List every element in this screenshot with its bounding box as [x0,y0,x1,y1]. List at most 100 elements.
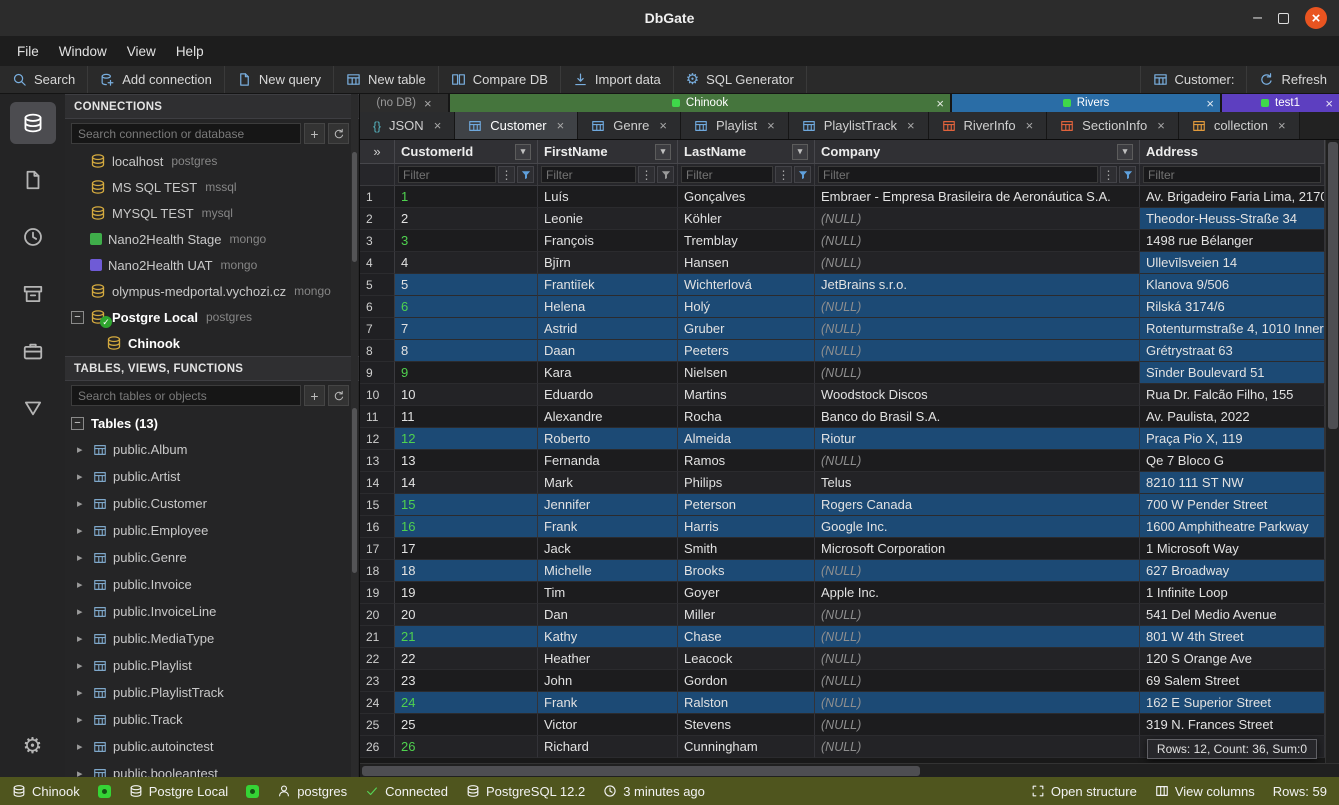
cell-customerid[interactable]: 17 [395,538,538,560]
grid-row[interactable]: 22LeonieKöhler(NULL)Theodor-Heuss-Straße… [360,208,1325,230]
row-number[interactable]: 5 [360,274,395,296]
column-menu-button[interactable]: ▾ [655,144,671,160]
nav-settings[interactable]: ⚙ [10,725,56,767]
tab-genre[interactable]: Genre× [578,112,681,139]
cell-lastname[interactable]: Gonçalves [678,186,815,208]
customer-button[interactable]: Customer: [1140,66,1247,93]
menu-file[interactable]: File [8,40,48,63]
minimize-button[interactable]: – [1253,10,1262,26]
close-icon[interactable]: × [1157,119,1165,132]
grid-row[interactable]: 1818MichelleBrooks(NULL)627 Broadway [360,560,1325,582]
cell-company[interactable]: (NULL) [815,230,1140,252]
cell-lastname[interactable]: Brooks [678,560,815,582]
row-number[interactable]: 8 [360,340,395,362]
table-public-genre[interactable]: ▸public.Genre [65,544,359,571]
connection-mysql-test[interactable]: MYSQL TESTmysql [65,200,359,226]
cell-lastname[interactable]: Chase [678,626,815,648]
cell-firstname[interactable]: Kara [538,362,678,384]
grid-row[interactable]: 1919TimGoyerApple Inc.1 Infinite Loop [360,582,1325,604]
grid-row[interactable]: 66HelenaHolý(NULL)Rilská 3174/6 [360,296,1325,318]
cell-address[interactable]: 319 N. Frances Street [1140,714,1325,736]
cell-firstname[interactable]: Richard [538,736,678,758]
cell-customerid[interactable]: 23 [395,670,538,692]
close-icon[interactable]: × [767,119,775,132]
chevron-right-icon[interactable]: ▸ [77,632,87,645]
row-number[interactable]: 14 [360,472,395,494]
table-public-invoice[interactable]: ▸public.Invoice [65,571,359,598]
cell-address[interactable]: Av. Brigadeiro Faria Lima, 2170 [1140,186,1325,208]
cell-address[interactable]: Klanova 9/506 [1140,274,1325,296]
cell-company[interactable]: Telus [815,472,1140,494]
cell-lastname[interactable]: Almeida [678,428,815,450]
cell-company[interactable]: (NULL) [815,714,1140,736]
chevron-right-icon[interactable]: ▸ [77,713,87,726]
table-public-track[interactable]: ▸public.Track [65,706,359,733]
cell-address[interactable]: 120 S Orange Ave [1140,648,1325,670]
column-header-company[interactable]: Company▾ [815,140,1140,164]
tab-playlist[interactable]: Playlist× [681,112,789,139]
grid-row[interactable]: 44BjīrnHansen(NULL)Ullevīlsveien 14 [360,252,1325,274]
nav-cell-data[interactable] [10,387,56,429]
cell-customerid[interactable]: 18 [395,560,538,582]
column-header-customerid[interactable]: CustomerId▾ [395,140,538,164]
cell-lastname[interactable]: Holý [678,296,815,318]
close-icon[interactable]: × [434,119,442,132]
cell-firstname[interactable]: Victor [538,714,678,736]
cell-address[interactable]: 1 Microsoft Way [1140,538,1325,560]
filter-input-customerid[interactable] [398,166,496,183]
tab-playlisttrack[interactable]: PlaylistTrack× [789,112,929,139]
cell-firstname[interactable]: Kathy [538,626,678,648]
collapse-icon[interactable]: − [71,417,84,430]
cell-company[interactable]: (NULL) [815,340,1140,362]
connection-search-input[interactable] [71,123,301,144]
cell-address[interactable]: 801 W 4th Street [1140,626,1325,648]
table-public-playlist[interactable]: ▸public.Playlist [65,652,359,679]
cell-lastname[interactable]: Martins [678,384,815,406]
row-number[interactable]: 16 [360,516,395,538]
row-number[interactable]: 17 [360,538,395,560]
cell-firstname[interactable]: Mark [538,472,678,494]
cell-customerid[interactable]: 15 [395,494,538,516]
cell-firstname[interactable]: Fernanda [538,450,678,472]
table-public-artist[interactable]: ▸public.Artist [65,463,359,490]
cell-firstname[interactable]: Jennifer [538,494,678,516]
cell-customerid[interactable]: 13 [395,450,538,472]
row-number[interactable]: 22 [360,648,395,670]
status-view-columns[interactable]: View columns [1155,784,1255,799]
tables-group[interactable]: − Tables (13) [65,410,359,436]
filter-menu-button[interactable]: ⋮ [775,166,792,183]
import-data-button[interactable]: Import data [561,66,674,93]
table-public-playlisttrack[interactable]: ▸public.PlaylistTrack [65,679,359,706]
connection-chinook[interactable]: Chinook [65,330,359,356]
cell-lastname[interactable]: Miller [678,604,815,626]
row-number[interactable]: 19 [360,582,395,604]
cell-address[interactable]: Rotenturmstraße 4, 1010 Innere Stadt [1140,318,1325,340]
row-number[interactable]: 11 [360,406,395,428]
table-public-invoiceline[interactable]: ▸public.InvoiceLine [65,598,359,625]
cell-company[interactable]: (NULL) [815,252,1140,274]
grid-row[interactable]: 2121KathyChase(NULL)801 W 4th Street [360,626,1325,648]
nav-plugins[interactable] [10,330,56,372]
column-header-lastname[interactable]: LastName▾ [678,140,815,164]
cell-customerid[interactable]: 21 [395,626,538,648]
cell-customerid[interactable]: 26 [395,736,538,758]
grid-row[interactable]: 2525VictorStevens(NULL)319 N. Frances St… [360,714,1325,736]
cell-lastname[interactable]: Köhler [678,208,815,230]
nav-archive[interactable] [10,273,56,315]
cell-lastname[interactable]: Cunningham [678,736,815,758]
cell-customerid[interactable]: 14 [395,472,538,494]
cell-lastname[interactable]: Rocha [678,406,815,428]
cell-customerid[interactable]: 8 [395,340,538,362]
cell-address[interactable]: Theodor-Heuss-Straße 34 [1140,208,1325,230]
chevron-right-icon[interactable]: ▸ [77,740,87,753]
row-number[interactable]: 12 [360,428,395,450]
titlebar[interactable]: DbGate – × [0,0,1339,36]
nav-history[interactable] [10,216,56,258]
refresh-connections-button[interactable] [328,123,349,144]
cell-address[interactable]: 541 Del Medio Avenue [1140,604,1325,626]
cell-company[interactable]: Woodstock Discos [815,384,1140,406]
table-public-autoinctest[interactable]: ▸public.autoinctest [65,733,359,760]
cell-customerid[interactable]: 10 [395,384,538,406]
cell-customerid[interactable]: 25 [395,714,538,736]
cell-company[interactable]: (NULL) [815,626,1140,648]
